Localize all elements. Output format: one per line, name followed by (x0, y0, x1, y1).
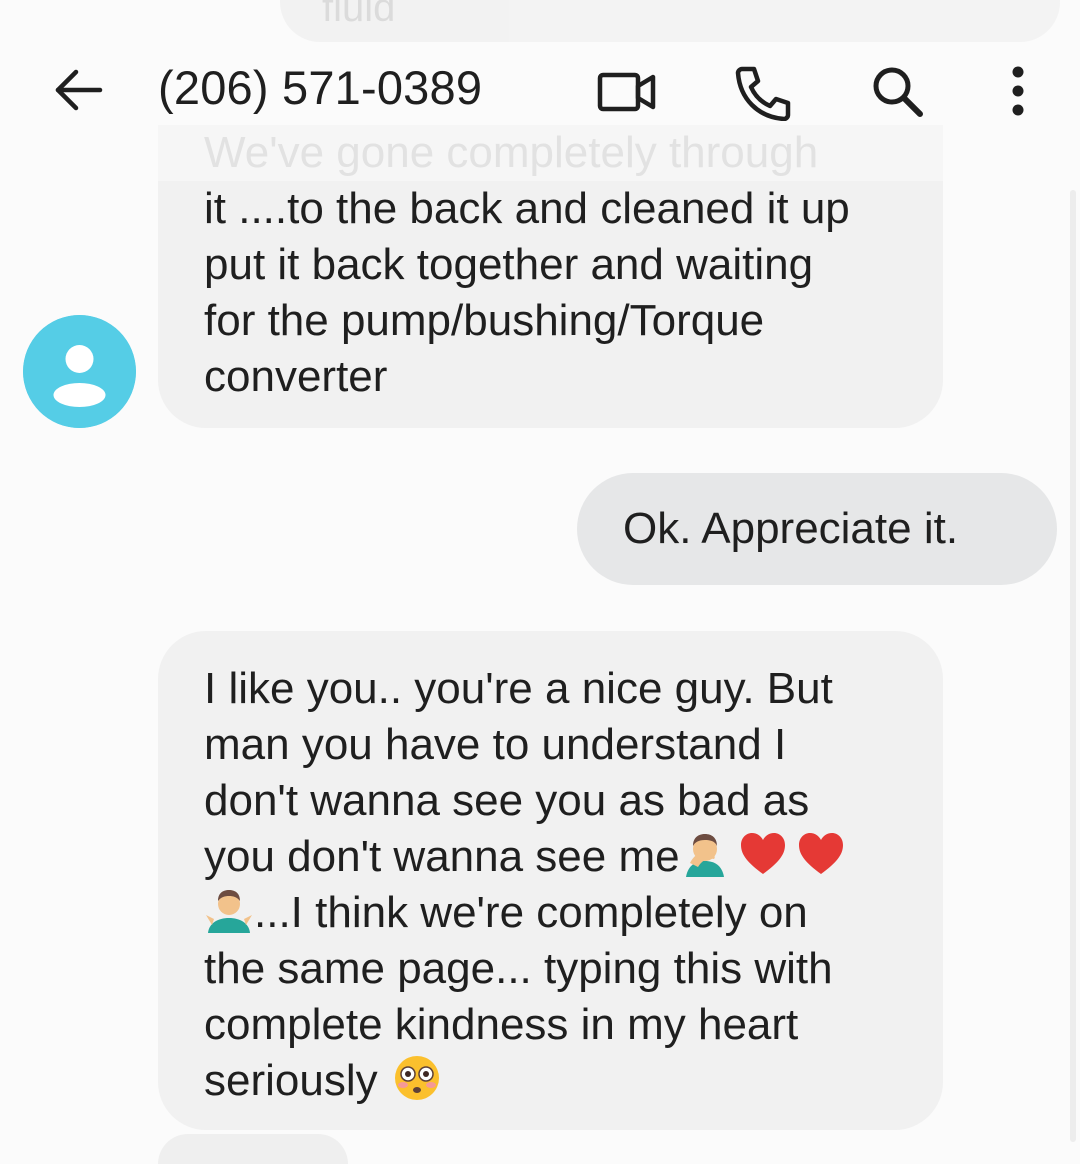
app-bar: (206) 571-0389 (0, 40, 1080, 144)
message-line: for the pump/bushing/Torque (204, 296, 765, 345)
incoming-message-bubble[interactable]: I like you.. you're a nice guy. But man … (158, 631, 943, 1130)
message-line: it ....to the back and cleaned it up (204, 184, 850, 233)
message-line: don't wanna see you as bad as (204, 776, 810, 825)
message-text: Ok. Appreciate it. (623, 504, 959, 553)
next-message-bubble (158, 1134, 348, 1164)
message-line-with-emoji: you don't wanna see me (204, 829, 897, 885)
previous-message-bubble: fluid (280, 0, 1060, 42)
message-line-with-emoji: ...I think we're completely on (204, 885, 897, 941)
message-line: I like you.. you're a nice guy. But (204, 664, 833, 713)
video-call-button[interactable] (597, 62, 657, 122)
message-text: ...I think we're completely on (254, 888, 808, 937)
message-line: man you have to understand I (204, 720, 787, 769)
arrow-back-icon (55, 69, 103, 111)
previous-message-text: fluid (322, 0, 396, 30)
video-call-icon (597, 72, 656, 112)
message-line: put it back together and waiting (204, 240, 814, 289)
phone-call-button[interactable] (733, 62, 793, 122)
red-heart-emoji-icon (798, 833, 843, 874)
facepalm-emoji-icon (685, 834, 724, 877)
phone-icon (735, 66, 791, 121)
message-line-with-emoji: seriously (204, 1053, 897, 1109)
shrug-emoji-icon (206, 890, 252, 933)
contact-title[interactable]: (206) 571-0389 (158, 60, 482, 115)
message-text: you don't wanna see me (204, 832, 680, 881)
search-button[interactable] (868, 62, 928, 122)
scrollbar[interactable] (1070, 190, 1076, 1142)
contact-avatar[interactable] (23, 315, 136, 428)
outgoing-message-bubble[interactable]: Ok. Appreciate it. (577, 473, 1057, 585)
more-options-button[interactable] (988, 62, 1048, 122)
message-line: complete kindness in my heart (204, 1000, 799, 1049)
message-text: seriously (204, 1056, 378, 1105)
back-button[interactable] (52, 64, 104, 116)
more-vert-icon (1012, 66, 1024, 116)
red-heart-emoji-icon (740, 833, 785, 874)
message-line: converter (204, 352, 388, 401)
search-icon (873, 67, 923, 117)
flushed-face-emoji-icon (394, 1056, 439, 1100)
message-line: the same page... typing this with (204, 944, 833, 993)
incoming-message-bubble[interactable]: We've gone completely through it ....to … (158, 125, 943, 428)
person-icon (23, 315, 136, 428)
